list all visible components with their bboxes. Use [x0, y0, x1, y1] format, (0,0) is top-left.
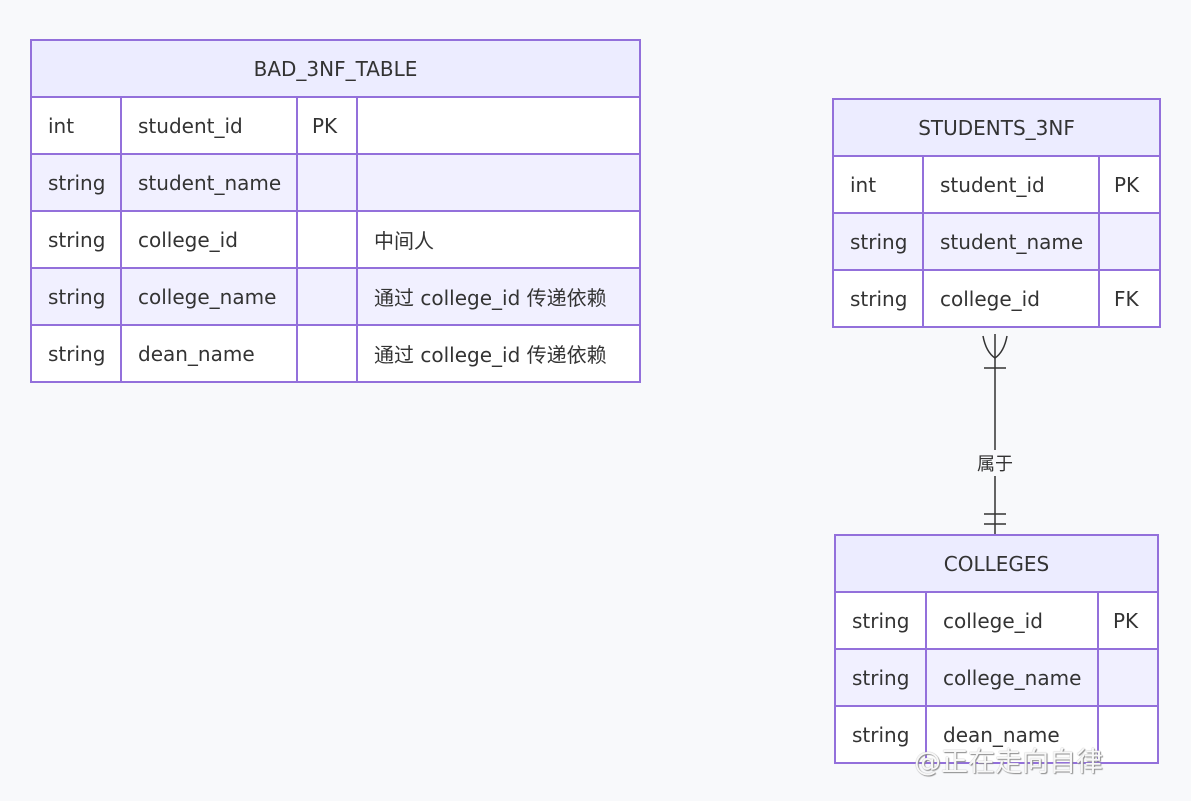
relationship-label: 属于: [977, 454, 1013, 475]
relationship-connector: 属于: [974, 334, 1016, 534]
watermark: @正在走向自律: [914, 747, 1103, 778]
